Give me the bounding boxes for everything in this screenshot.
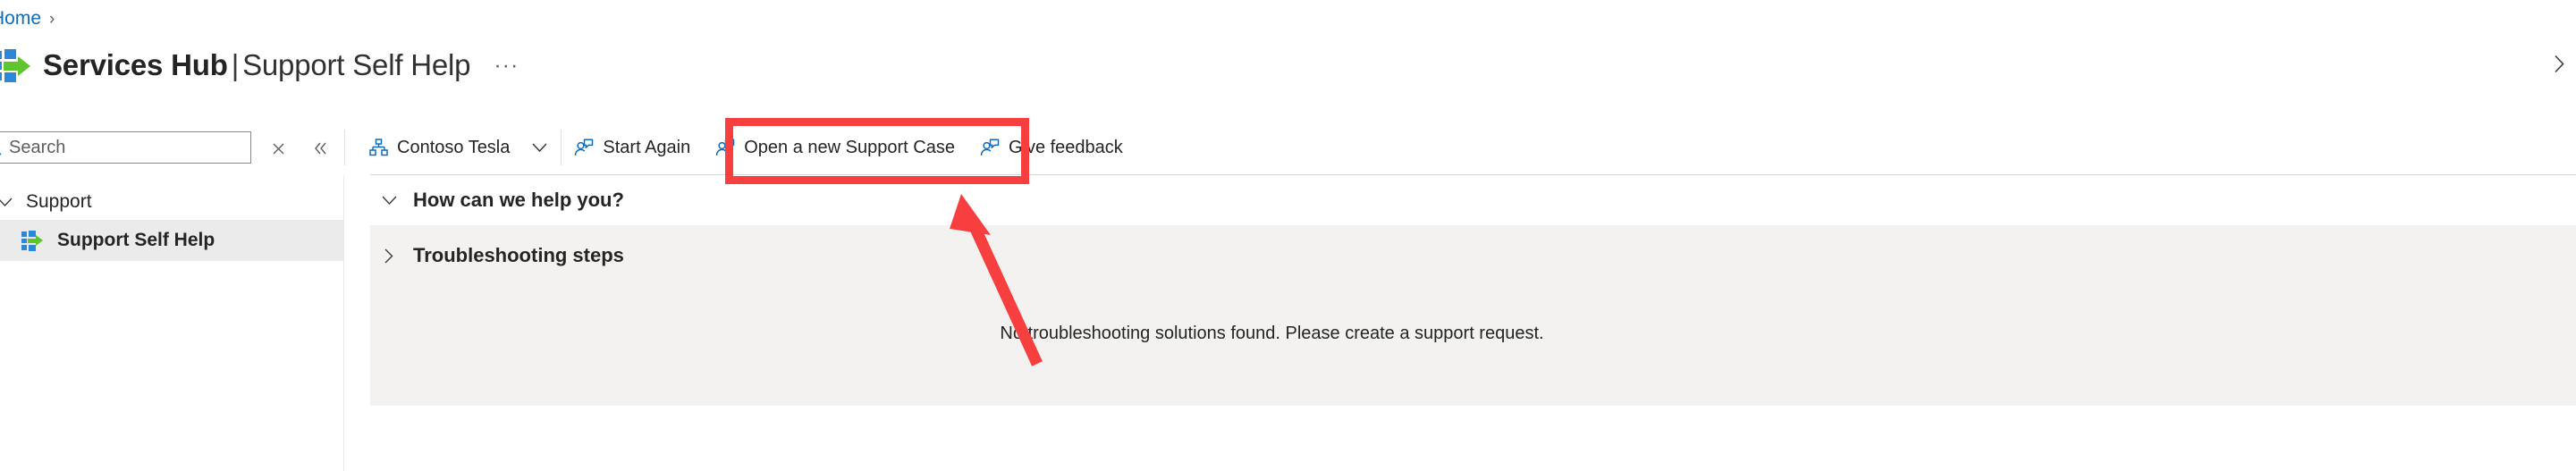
double-chevron-left-icon[interactable] (311, 139, 331, 158)
breadcrumb: Home › (0, 7, 55, 30)
main-content: How can we help you? Troubleshooting ste… (370, 175, 2576, 471)
chevron-right-icon[interactable] (2547, 52, 2571, 75)
search-zone (0, 120, 344, 175)
open-new-support-case-button[interactable]: Open a new Support Case (703, 120, 967, 175)
org-selector-label: Contoso Tesla (397, 137, 511, 157)
give-feedback-label: Give feedback (1008, 137, 1123, 157)
page-overflow-menu-button[interactable]: ··· (494, 54, 519, 76)
close-icon[interactable] (268, 139, 288, 158)
sidebar-group-support[interactable]: Support (0, 184, 343, 220)
breadcrumb-item-home[interactable]: Home (0, 8, 41, 29)
troubleshooting-panel: Troubleshooting steps No troubleshooting… (370, 225, 2576, 406)
sidebar: Support Support Self Help (0, 175, 344, 471)
section-troubleshooting-steps-label: Troubleshooting steps (413, 244, 624, 266)
services-hub-logo-icon (21, 231, 45, 251)
search-box[interactable] (0, 131, 251, 164)
support-person-icon (980, 138, 1000, 157)
command-bar: Contoso Tesla Start Again Open a (0, 120, 2576, 175)
page-title: Services Hub | Support Self Help (43, 48, 471, 82)
chevron-down-icon[interactable] (531, 142, 548, 153)
support-person-icon (574, 138, 594, 157)
sidebar-item-label: Support Self Help (57, 230, 215, 250)
open-new-support-case-label: Open a new Support Case (744, 137, 955, 157)
services-hub-logo-icon (0, 48, 32, 82)
page-header: Services Hub | Support Self Help ··· (0, 43, 2576, 88)
start-again-button[interactable]: Start Again (562, 120, 703, 175)
page-title-primary: Services Hub (43, 48, 228, 81)
empty-state-message: No troubleshooting solutions found. Plea… (1000, 324, 1544, 343)
chevron-right-icon (379, 248, 399, 265)
breadcrumb-separator-icon: › (49, 9, 55, 29)
command-bar-divider (344, 130, 345, 165)
org-hierarchy-icon (368, 138, 388, 157)
page-title-secondary: Support Self Help (242, 48, 471, 81)
section-how-can-we-help[interactable]: How can we help you? (370, 175, 2576, 225)
org-selector-button[interactable]: Contoso Tesla (356, 120, 561, 175)
start-again-label: Start Again (603, 137, 691, 157)
sidebar-group-label: Support (26, 191, 92, 212)
chevron-down-icon (379, 195, 399, 206)
page-title-divider: | (231, 48, 240, 81)
section-troubleshooting-steps[interactable]: Troubleshooting steps (370, 231, 2576, 281)
search-input[interactable] (9, 137, 215, 158)
sidebar-item-support-self-help[interactable]: Support Self Help (0, 220, 343, 261)
section-how-can-we-help-label: How can we help you? (413, 189, 624, 211)
support-person-icon (715, 138, 735, 157)
chevron-down-icon (0, 197, 14, 207)
give-feedback-button[interactable]: Give feedback (967, 120, 1136, 175)
search-icon (0, 140, 2, 156)
